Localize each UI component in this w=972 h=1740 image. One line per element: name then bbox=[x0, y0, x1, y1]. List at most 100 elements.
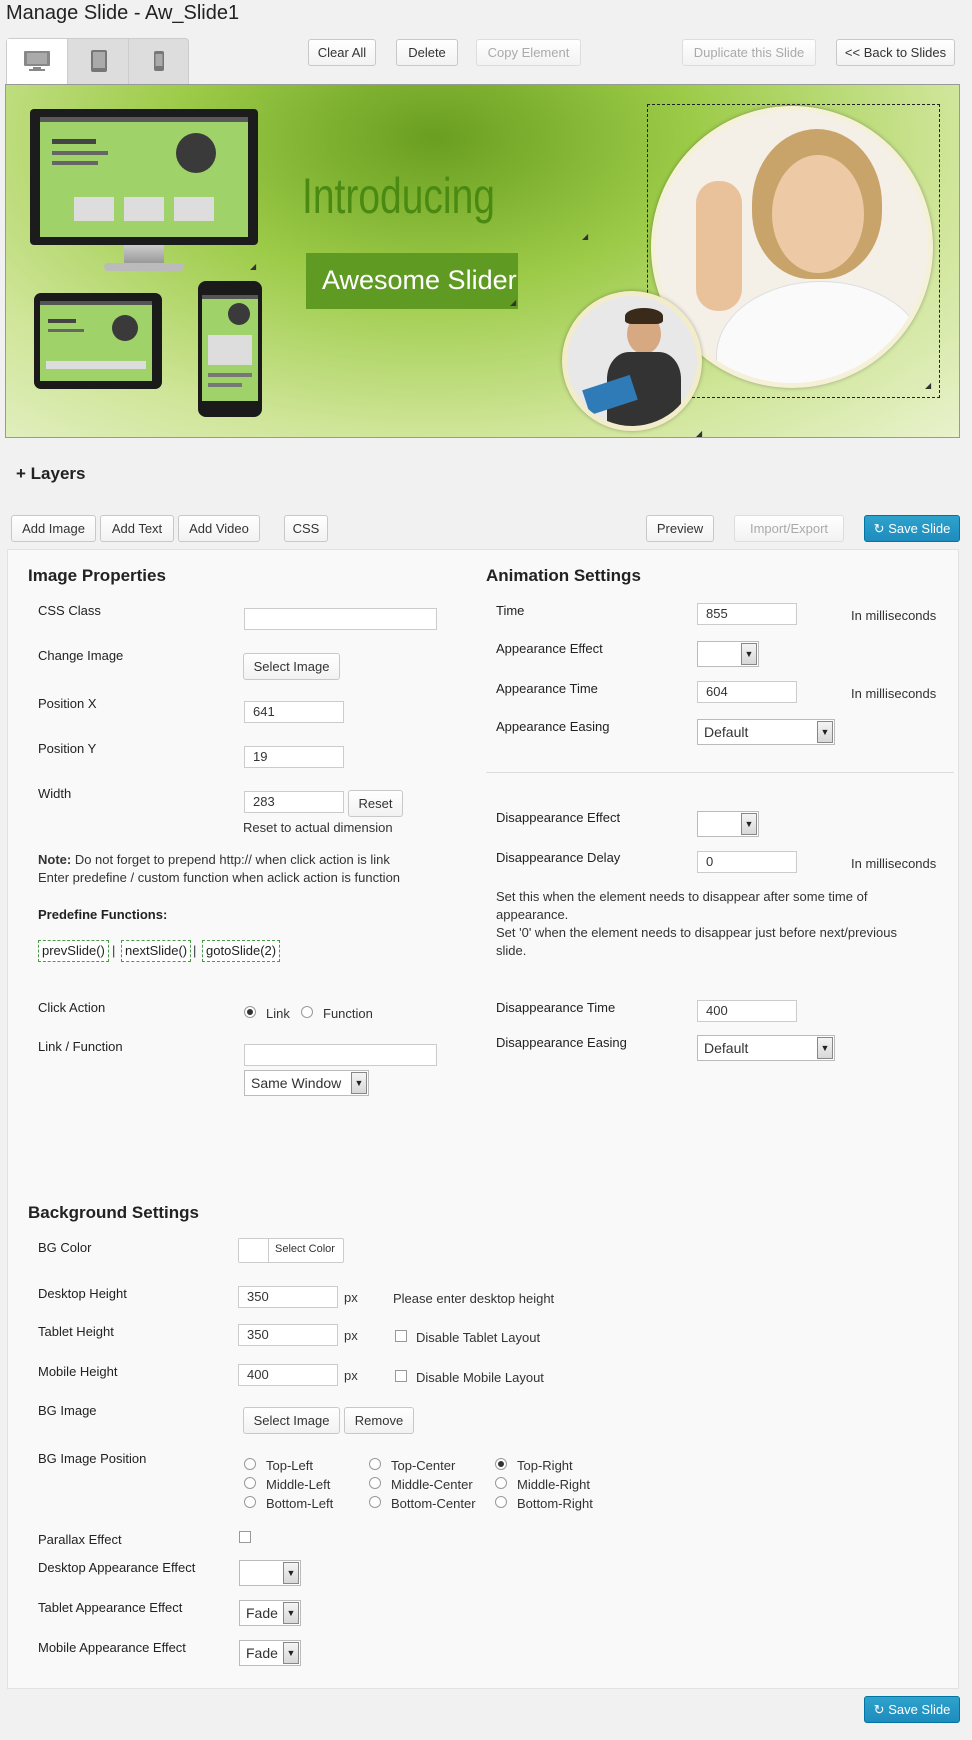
desktop-height-input[interactable]: 350 bbox=[238, 1286, 338, 1308]
copy-element-button[interactable]: Copy Element bbox=[476, 39, 581, 66]
pos-bottom-center-radio[interactable] bbox=[369, 1496, 381, 1508]
pos-bottom-left-radio[interactable] bbox=[244, 1496, 256, 1508]
mobile-effect-value: Fade bbox=[246, 1645, 278, 1661]
desktop-effect-select[interactable]: ▼ bbox=[239, 1560, 301, 1586]
slide-canvas[interactable]: ◢ Introducing ◢ Awesome Slider ◢ ◢ ◢ bbox=[5, 84, 960, 438]
appearance-effect-select[interactable]: ▼ bbox=[697, 641, 759, 667]
slide-heading[interactable]: Introducing bbox=[302, 167, 495, 225]
link-radio-label[interactable]: Link bbox=[266, 1006, 290, 1021]
tab-tablet[interactable] bbox=[68, 39, 129, 85]
position-x-input[interactable]: 641 bbox=[244, 701, 344, 723]
slide-subheading[interactable]: Awesome Slider bbox=[306, 253, 518, 309]
resize-handle-icon[interactable]: ◢ bbox=[250, 263, 257, 271]
pos-bottom-right-label[interactable]: Bottom-Right bbox=[517, 1496, 593, 1511]
save-slide-button[interactable]: ↻ Save Slide bbox=[864, 515, 960, 542]
time-unit: In milliseconds bbox=[851, 608, 937, 623]
resize-handle-icon[interactable]: ◢ bbox=[696, 430, 703, 438]
mobile-effect-select[interactable]: Fade ▼ bbox=[239, 1640, 301, 1666]
chevron-down-icon: ▼ bbox=[817, 721, 833, 743]
slide-subheading-text: Awesome Slider bbox=[322, 265, 517, 295]
resize-handle-icon[interactable]: ◢ bbox=[582, 233, 589, 241]
tablet-height-input[interactable]: 350 bbox=[238, 1324, 338, 1346]
pos-bottom-center-label[interactable]: Bottom-Center bbox=[391, 1496, 476, 1511]
function-radio[interactable] bbox=[301, 1006, 313, 1018]
disappearance-effect-select[interactable]: ▼ bbox=[697, 811, 759, 837]
add-text-button[interactable]: Add Text bbox=[100, 515, 174, 542]
pos-top-right-label[interactable]: Top-Right bbox=[517, 1458, 573, 1473]
layers-toggle[interactable]: + Layers bbox=[16, 464, 85, 484]
tab-mobile[interactable] bbox=[129, 39, 190, 85]
next-slide-function[interactable]: nextSlide() bbox=[121, 940, 192, 962]
pos-middle-center-radio[interactable] bbox=[369, 1477, 381, 1489]
tablet-effect-select[interactable]: Fade ▼ bbox=[239, 1600, 301, 1626]
bg-color-picker[interactable]: Select Color bbox=[238, 1238, 344, 1263]
tab-desktop[interactable] bbox=[7, 39, 68, 85]
function-radio-label[interactable]: Function bbox=[323, 1006, 373, 1021]
pos-top-right-radio[interactable] bbox=[495, 1458, 507, 1470]
monitor-image[interactable] bbox=[30, 109, 258, 274]
pos-top-center-radio[interactable] bbox=[369, 1458, 381, 1470]
duplicate-slide-button[interactable]: Duplicate this Slide bbox=[682, 39, 816, 66]
appearance-time-input[interactable]: 604 bbox=[697, 681, 797, 703]
disappearance-delay-input[interactable]: 0 bbox=[697, 851, 797, 873]
bg-remove-button[interactable]: Remove bbox=[344, 1407, 414, 1434]
pos-middle-left-radio[interactable] bbox=[244, 1477, 256, 1489]
desktop-icon bbox=[24, 51, 50, 71]
chevron-down-icon: ▼ bbox=[283, 1642, 299, 1664]
width-input[interactable]: 283 bbox=[244, 791, 344, 813]
phone-image[interactable] bbox=[198, 281, 262, 417]
delay-note-line2: appearance. bbox=[496, 907, 569, 922]
bg-select-image-button[interactable]: Select Image bbox=[243, 1407, 340, 1434]
delay-note-line3: Set '0' when the element needs to disapp… bbox=[496, 925, 897, 940]
css-button[interactable]: CSS bbox=[284, 515, 328, 542]
mobile-height-input[interactable]: 400 bbox=[238, 1364, 338, 1386]
prev-slide-function[interactable]: prevSlide() bbox=[38, 940, 109, 962]
time-input[interactable]: 855 bbox=[697, 603, 797, 625]
chevron-down-icon: ▼ bbox=[351, 1072, 367, 1094]
pos-top-left-radio[interactable] bbox=[244, 1458, 256, 1470]
reset-button[interactable]: Reset bbox=[348, 790, 403, 817]
device-tabs bbox=[6, 38, 190, 85]
disappearance-easing-select[interactable]: Default ▼ bbox=[697, 1035, 835, 1061]
tablet-image[interactable] bbox=[34, 293, 162, 389]
select-color-label: Select Color bbox=[275, 1243, 335, 1255]
add-video-button[interactable]: Add Video bbox=[178, 515, 260, 542]
back-to-slides-button[interactable]: << Back to Slides bbox=[836, 39, 955, 66]
disable-tablet-checkbox[interactable] bbox=[395, 1330, 407, 1342]
link-radio[interactable] bbox=[244, 1006, 256, 1018]
disappearance-delay-label: Disappearance Delay bbox=[496, 850, 621, 865]
pos-middle-left-label[interactable]: Middle-Left bbox=[266, 1477, 330, 1492]
delete-button[interactable]: Delete bbox=[396, 39, 458, 66]
pos-top-left-label[interactable]: Top-Left bbox=[266, 1458, 313, 1473]
clear-all-button[interactable]: Clear All bbox=[308, 39, 376, 66]
resize-handle-icon[interactable]: ◢ bbox=[510, 299, 517, 307]
pos-middle-center-label[interactable]: Middle-Center bbox=[391, 1477, 473, 1492]
select-image-button[interactable]: Select Image bbox=[243, 653, 340, 680]
man-photo[interactable] bbox=[562, 291, 702, 431]
window-select[interactable]: Same Window ▼ bbox=[244, 1070, 369, 1096]
time-label: Time bbox=[496, 603, 525, 618]
width-label: Width bbox=[38, 786, 72, 801]
pos-top-center-label[interactable]: Top-Center bbox=[391, 1458, 455, 1473]
disable-tablet-label[interactable]: Disable Tablet Layout bbox=[416, 1330, 540, 1345]
disappearance-time-input[interactable]: 400 bbox=[697, 1000, 797, 1022]
add-image-button[interactable]: Add Image bbox=[11, 515, 96, 542]
resize-handle-icon[interactable]: ◢ bbox=[925, 382, 932, 390]
disable-mobile-label[interactable]: Disable Mobile Layout bbox=[416, 1370, 544, 1385]
pos-middle-right-label[interactable]: Middle-Right bbox=[517, 1477, 590, 1492]
save-slide-label: Save Slide bbox=[888, 521, 951, 536]
position-y-label: Position Y bbox=[38, 741, 97, 756]
link-function-input[interactable] bbox=[244, 1044, 437, 1066]
goto-slide-function[interactable]: gotoSlide(2) bbox=[202, 940, 281, 962]
position-y-input[interactable]: 19 bbox=[244, 746, 344, 768]
pos-bottom-left-label[interactable]: Bottom-Left bbox=[266, 1496, 333, 1511]
pos-bottom-right-radio[interactable] bbox=[495, 1496, 507, 1508]
pos-middle-right-radio[interactable] bbox=[495, 1477, 507, 1489]
appearance-easing-select[interactable]: Default ▼ bbox=[697, 719, 835, 745]
css-class-input[interactable] bbox=[244, 608, 437, 630]
footer-save-slide-button[interactable]: ↻ Save Slide bbox=[864, 1696, 960, 1723]
preview-button[interactable]: Preview bbox=[646, 515, 714, 542]
disable-mobile-checkbox[interactable] bbox=[395, 1370, 407, 1382]
import-export-button[interactable]: Import/Export bbox=[734, 515, 844, 542]
parallax-checkbox[interactable] bbox=[239, 1531, 251, 1543]
